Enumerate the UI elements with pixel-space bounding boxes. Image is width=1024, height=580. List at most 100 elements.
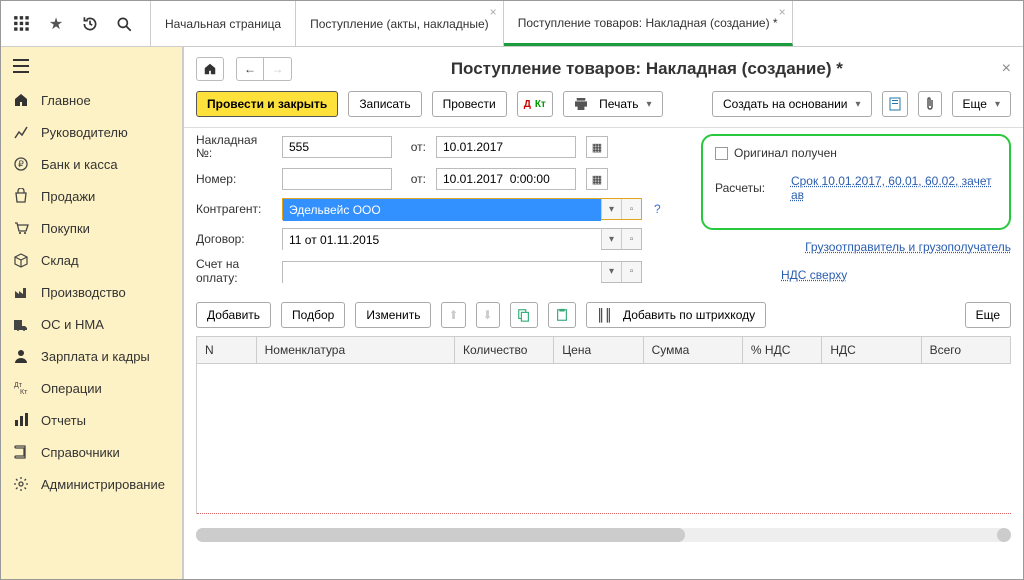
- items-more-button[interactable]: Еще: [965, 302, 1011, 328]
- open-icon[interactable]: ▫: [621, 199, 641, 219]
- sidebar-item-label: Покупки: [41, 221, 90, 236]
- column-header[interactable]: % НДС: [743, 337, 822, 364]
- sidebar-item-label: Производство: [41, 285, 126, 300]
- svg-text:Дт: Дт: [14, 382, 23, 389]
- apps-icon[interactable]: [13, 15, 31, 33]
- column-header[interactable]: Сумма: [644, 337, 743, 364]
- pick-button[interactable]: Подбор: [281, 302, 345, 328]
- number-label: Номер:: [196, 173, 276, 186]
- sidebar: ГлавноеРуководителю ₽ Банк и касса Продажи П…: [1, 47, 183, 579]
- original-received-checkbox[interactable]: [715, 147, 728, 160]
- dropdown-icon[interactable]: ▾: [601, 262, 621, 282]
- truck-icon: [13, 316, 29, 332]
- sidebar-item-home[interactable]: Главное: [1, 84, 182, 116]
- attach-button[interactable]: [918, 91, 942, 117]
- print-button[interactable]: Печать: [563, 91, 663, 117]
- items-table: NНоменклатураКоличествоЦенаСумма% НДСНДС…: [196, 336, 1011, 514]
- close-icon[interactable]: ×: [490, 5, 497, 19]
- sidebar-item-label: Продажи: [41, 189, 95, 204]
- tab-home[interactable]: Начальная страница: [151, 1, 296, 46]
- invoice-no-input[interactable]: [282, 136, 392, 158]
- counterparty-input[interactable]: [283, 199, 601, 221]
- ops-icon: ДтКт: [13, 380, 29, 396]
- tab-label: Начальная страница: [165, 17, 281, 31]
- number-input[interactable]: [282, 168, 392, 190]
- sidebar-item-label: Операции: [41, 381, 102, 396]
- back-button[interactable]: ←: [236, 57, 264, 81]
- sidebar-item-cart[interactable]: Покупки: [1, 212, 182, 244]
- column-header[interactable]: Всего: [922, 337, 1011, 364]
- sidebar-item-label: ОС и НМА: [41, 317, 104, 332]
- more-button[interactable]: Еще: [952, 91, 1011, 117]
- home-button[interactable]: [196, 57, 224, 81]
- add-by-barcode-button[interactable]: ║║ Добавить по штрихкоду: [586, 302, 767, 328]
- paste-button[interactable]: [548, 302, 576, 328]
- sidebar-item-label: Банк и касса: [41, 157, 118, 172]
- sidebar-item-label: Зарплата и кадры: [41, 349, 150, 364]
- payment-account-input[interactable]: [283, 262, 601, 284]
- post-and-close-button[interactable]: Провести и закрыть: [196, 91, 338, 117]
- number-date-input[interactable]: [436, 168, 576, 190]
- column-header[interactable]: Цена: [554, 337, 643, 364]
- tab-receipts[interactable]: Поступление (акты, накладные)×: [296, 1, 504, 46]
- close-icon[interactable]: ×: [779, 5, 786, 19]
- factory-icon: [13, 284, 29, 300]
- settlements-link[interactable]: Срок 10.01.2017, 60.01, 60.02, зачет ав: [791, 174, 997, 202]
- menu-toggle[interactable]: [1, 51, 182, 84]
- contract-input[interactable]: [283, 229, 601, 251]
- tab-invoice-create[interactable]: Поступление товаров: Накладная (создание…: [504, 1, 793, 46]
- book-icon: [13, 444, 29, 460]
- sidebar-item-book[interactable]: Справочники: [1, 436, 182, 468]
- move-up-button[interactable]: ⬆: [441, 302, 465, 328]
- star-icon[interactable]: ★: [47, 15, 65, 33]
- sidebar-item-factory[interactable]: Производство: [1, 276, 182, 308]
- post-button[interactable]: Провести: [432, 91, 507, 117]
- history-icon[interactable]: [81, 15, 99, 33]
- chart-icon: [13, 124, 29, 140]
- create-based-button[interactable]: Создать на основании: [712, 91, 872, 117]
- column-header[interactable]: N: [197, 337, 257, 364]
- write-button[interactable]: Записать: [348, 91, 421, 117]
- help-icon[interactable]: ?: [654, 202, 661, 216]
- report-button[interactable]: [882, 91, 908, 117]
- table-body[interactable]: [197, 364, 1011, 514]
- edit-item-button[interactable]: Изменить: [355, 302, 431, 328]
- column-header[interactable]: Номенклатура: [257, 337, 455, 364]
- sidebar-item-truck[interactable]: ОС и НМА: [1, 308, 182, 340]
- calendar-icon[interactable]: ▦: [586, 168, 608, 190]
- bag-icon: [13, 188, 29, 204]
- ruble-icon: ₽: [13, 156, 29, 172]
- horizontal-scrollbar[interactable]: [196, 528, 1011, 542]
- forward-button[interactable]: →: [264, 57, 292, 81]
- gear-icon: [13, 476, 29, 492]
- bars-icon: [13, 412, 29, 428]
- sidebar-item-box[interactable]: Склад: [1, 244, 182, 276]
- sidebar-item-bag[interactable]: Продажи: [1, 180, 182, 212]
- dropdown-icon[interactable]: ▾: [601, 199, 621, 219]
- svg-text:₽: ₽: [18, 159, 24, 169]
- search-icon[interactable]: [115, 15, 133, 33]
- sidebar-item-chart[interactable]: Руководителю: [1, 116, 182, 148]
- column-header[interactable]: Количество: [455, 337, 554, 364]
- move-down-button[interactable]: ⬇: [476, 302, 500, 328]
- sidebar-item-gear[interactable]: Администрирование: [1, 468, 182, 500]
- shipper-link[interactable]: Грузоотправитель и грузополучатель: [805, 240, 1011, 254]
- column-header[interactable]: НДС: [822, 337, 921, 364]
- close-page-button[interactable]: ×: [1002, 60, 1011, 78]
- vat-link[interactable]: НДС сверху: [781, 268, 847, 282]
- tabs: Начальная страница Поступление (акты, на…: [151, 1, 1023, 46]
- sidebar-item-ruble[interactable]: ₽ Банк и касса: [1, 148, 182, 180]
- counterparty-label: Контрагент:: [196, 203, 276, 216]
- sidebar-item-bars[interactable]: Отчеты: [1, 404, 182, 436]
- add-item-button[interactable]: Добавить: [196, 302, 271, 328]
- open-icon[interactable]: ▫: [621, 262, 641, 282]
- dtkt-button[interactable]: ДКт: [517, 91, 553, 117]
- dropdown-icon[interactable]: ▾: [601, 229, 621, 249]
- sidebar-item-ops[interactable]: ДтКт Операции: [1, 372, 182, 404]
- invoice-date-input[interactable]: [436, 136, 576, 158]
- calendar-icon[interactable]: ▦: [586, 136, 608, 158]
- copy-button[interactable]: [510, 302, 538, 328]
- open-icon[interactable]: ▫: [621, 229, 641, 249]
- sidebar-item-person[interactable]: Зарплата и кадры: [1, 340, 182, 372]
- page-title: Поступление товаров: Накладная (создание…: [304, 59, 990, 79]
